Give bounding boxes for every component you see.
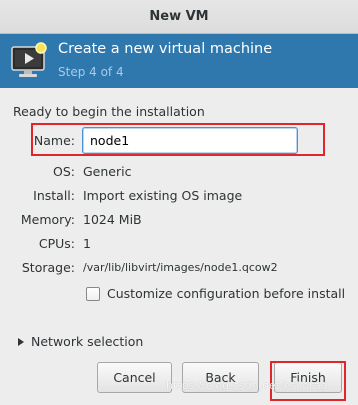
customize-option[interactable]: Customize configuration before install xyxy=(86,286,345,301)
banner-title: Create a new virtual machine xyxy=(58,41,273,57)
memory-label: Memory: xyxy=(20,212,75,227)
summary-heading: Ready to begin the installation xyxy=(13,104,205,119)
install-label: Install: xyxy=(33,188,75,203)
expander-arrow-icon[interactable] xyxy=(18,337,24,346)
os-value: Generic xyxy=(83,164,132,179)
storage-label: Storage: xyxy=(21,260,75,275)
window-title: New VM xyxy=(149,9,209,24)
customize-label[interactable]: Customize configuration before install xyxy=(107,286,345,301)
customize-checkbox[interactable] xyxy=(86,286,100,301)
network-selection-expander[interactable]: Network selection xyxy=(18,334,143,349)
name-input[interactable] xyxy=(82,127,298,154)
title-bar: New VM xyxy=(0,0,358,34)
install-value: Import existing OS image xyxy=(83,188,243,203)
memory-value: 1024 MiB xyxy=(83,212,142,227)
name-label: Name: xyxy=(33,133,75,148)
storage-value: /var/lib/libvirt/images/node1.qcow2 xyxy=(83,261,278,274)
step-banner: Create a new virtual machine Step 4 of 4 xyxy=(0,34,358,88)
watermark-text: https://blog.csdn.net/nsilorag xyxy=(166,379,328,392)
banner-step: Step 4 of 4 xyxy=(58,65,124,79)
cancel-button[interactable]: Cancel xyxy=(97,362,172,393)
cpus-value: 1 xyxy=(83,236,91,251)
os-label: OS: xyxy=(53,164,75,179)
monitor-icon xyxy=(11,42,47,77)
network-selection-label[interactable]: Network selection xyxy=(31,334,143,349)
cpus-label: CPUs: xyxy=(38,236,75,251)
